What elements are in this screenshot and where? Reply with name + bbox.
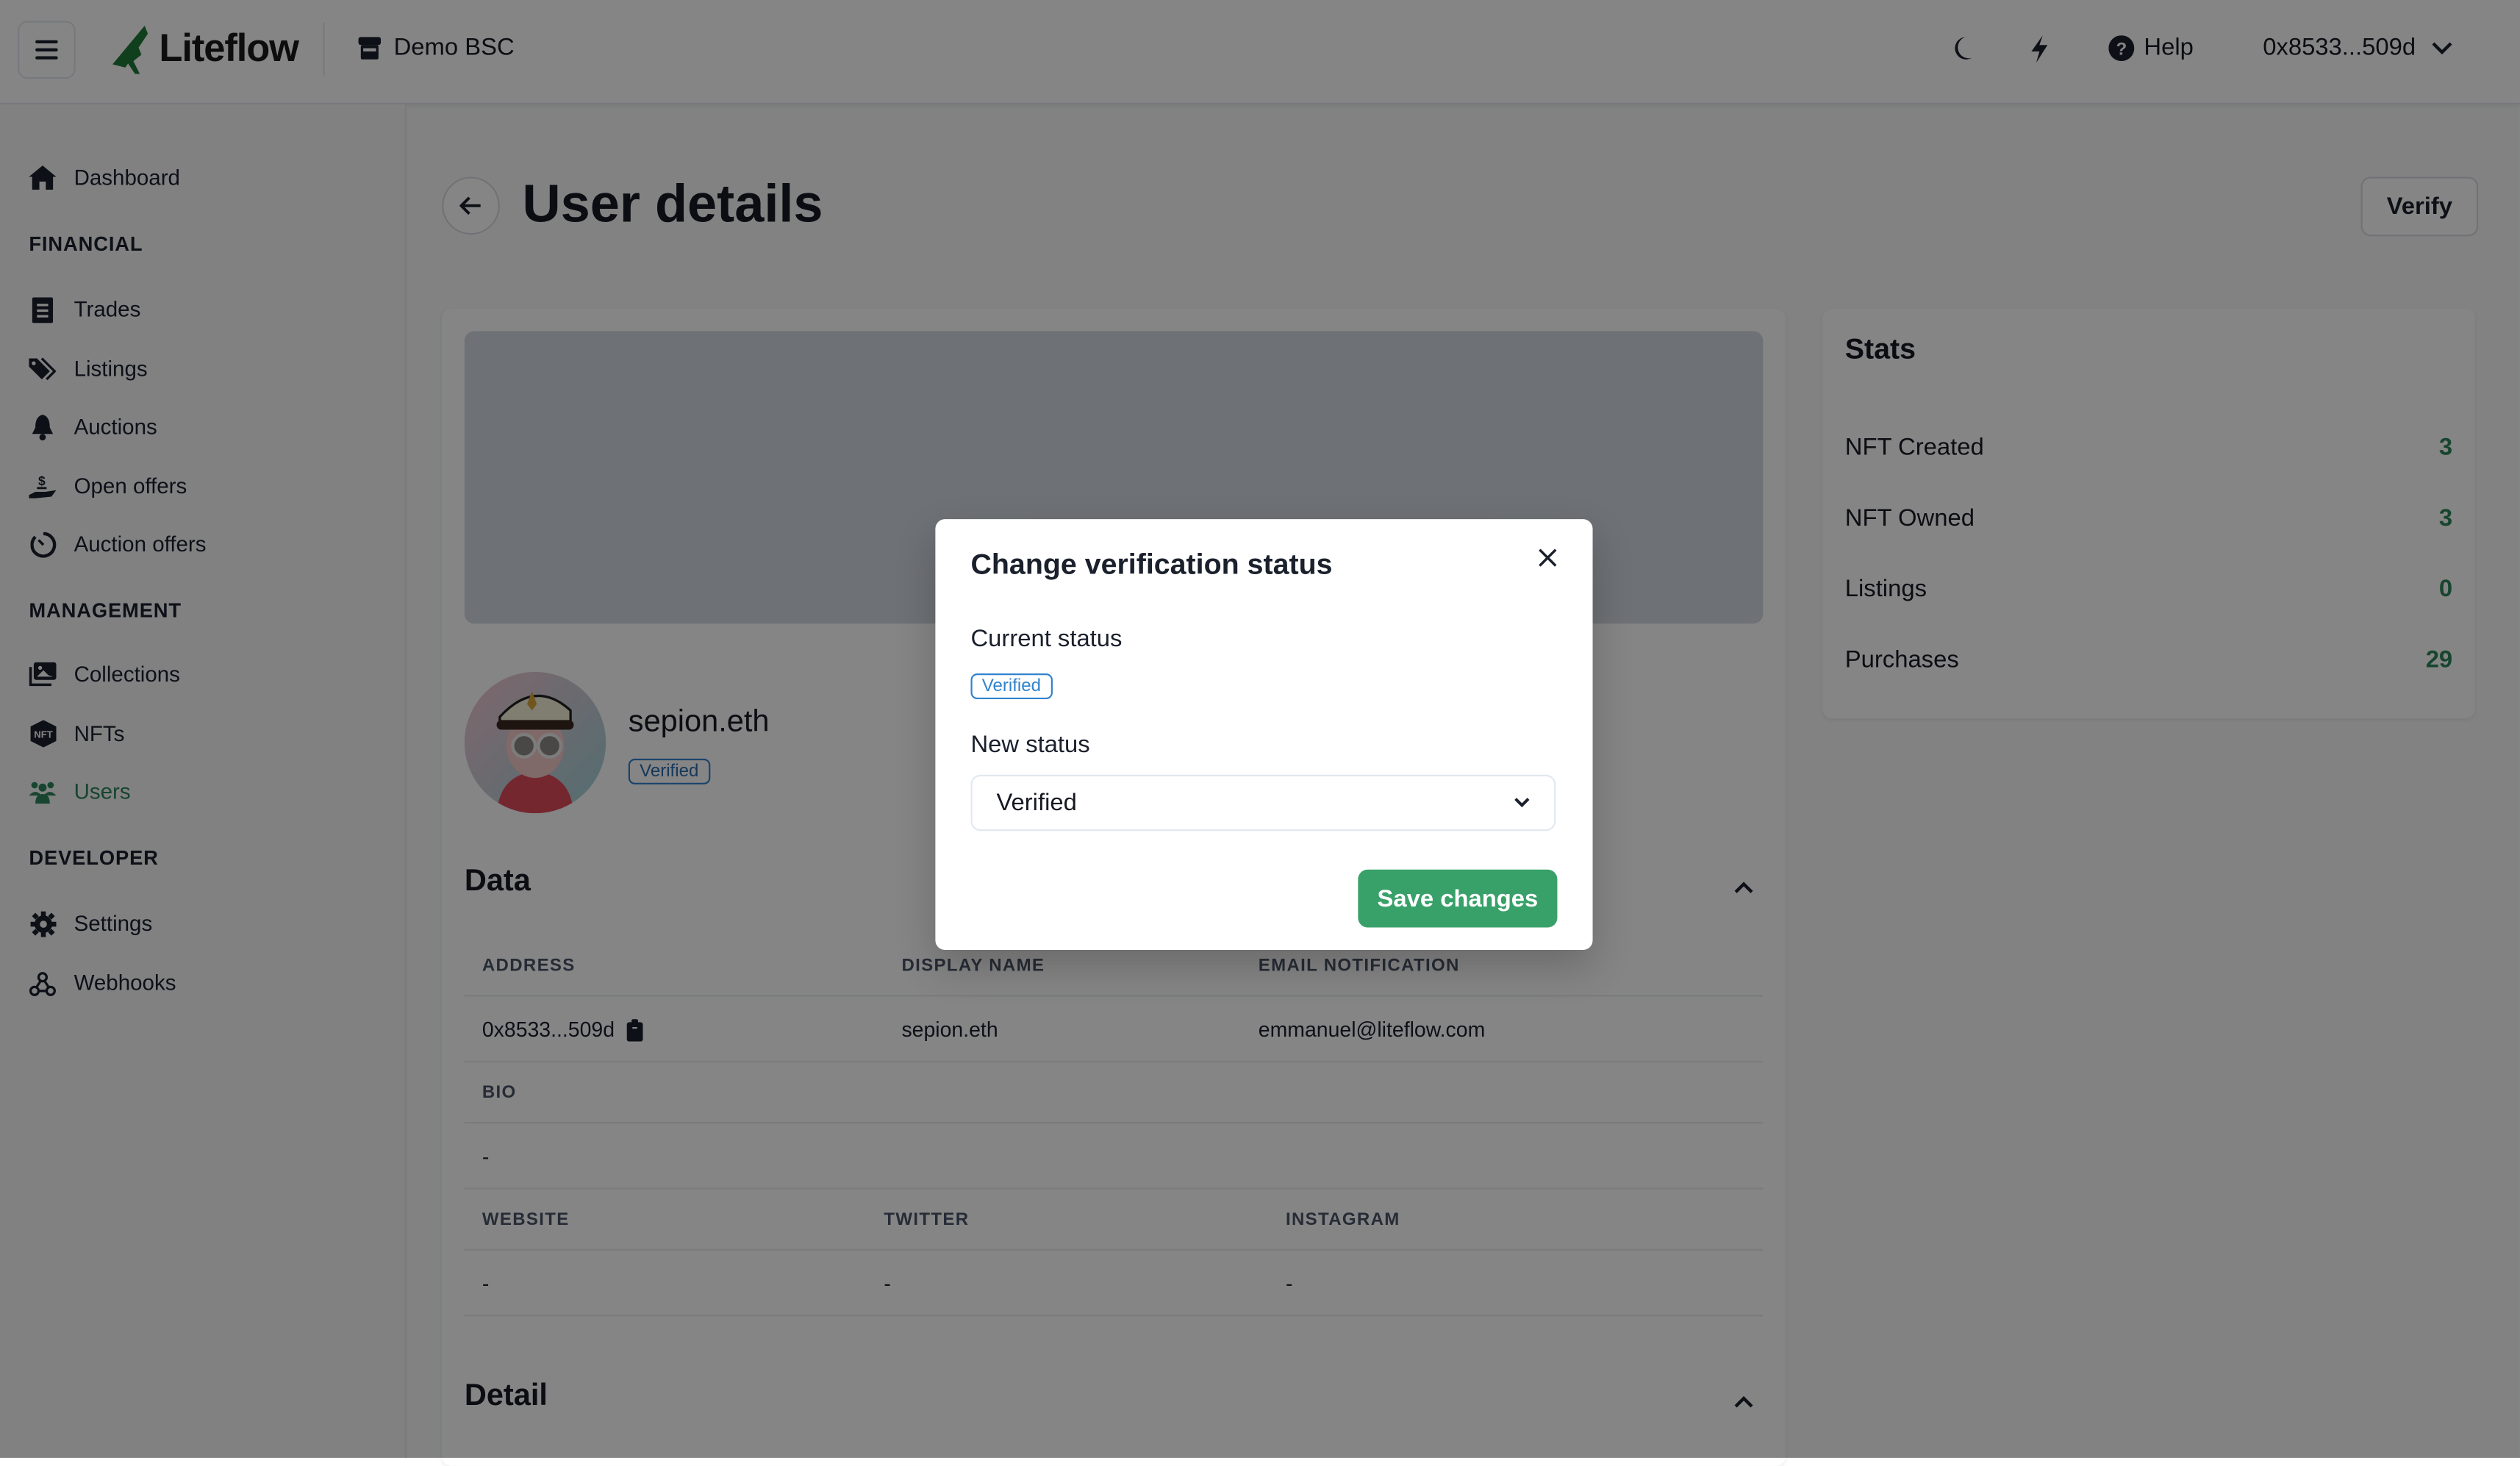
- verified-badge: Verified: [970, 673, 1053, 700]
- change-verification-modal: Change verification status Current statu…: [935, 519, 1593, 951]
- current-status-label: Current status: [970, 625, 1123, 653]
- new-status-value: Verified: [996, 789, 1077, 817]
- save-changes-button[interactable]: Save changes: [1358, 869, 1558, 928]
- current-status-badge: Verified: [970, 671, 1053, 700]
- chevron-down-icon: [1514, 798, 1530, 808]
- modal-title: Change verification status: [970, 548, 1333, 581]
- new-status-label: New status: [970, 731, 1090, 759]
- modal-close-button[interactable]: [1531, 542, 1564, 574]
- new-status-select[interactable]: Verified: [970, 774, 1556, 832]
- close-icon: [1539, 548, 1557, 567]
- app-root: Liteflow Demo BSC ? Help 0x8533...509d D…: [0, 0, 2520, 1466]
